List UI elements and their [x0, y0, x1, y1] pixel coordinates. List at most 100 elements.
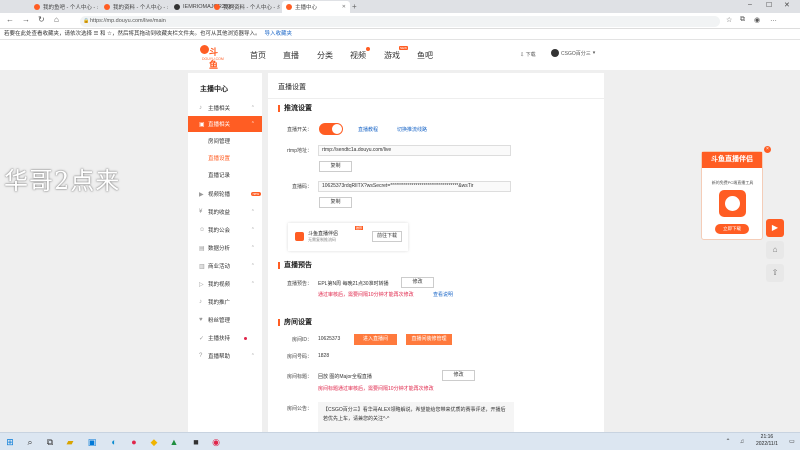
url-field[interactable]: 🔒 https://mp.douyu.com/live/main [80, 16, 720, 27]
bookmarks-bar: 若要在此处查看收藏夹，请依次选择 ☰ 和 ☆，然后将其拖动到收藏夹栏文件夹。也可… [0, 29, 800, 40]
sidebar-item-help[interactable]: ? 直播帮助 ⌃ [188, 348, 262, 364]
favorite-star-icon[interactable]: ☆ [726, 16, 732, 24]
companion-download-button[interactable]: 前往下载 [372, 231, 402, 242]
group-icon: ☺ [199, 227, 206, 233]
enter-room-button[interactable]: 进入直播间 [354, 334, 397, 345]
home-float-icon[interactable]: ⌂ [766, 241, 784, 259]
sidebar-item-earnings[interactable]: ¥ 我的收益 ⌃ [188, 204, 262, 220]
tab-favicon-icon [104, 4, 110, 10]
new-tab-icon[interactable]: + [352, 2, 357, 11]
tab-close-icon[interactable]: ✕ [342, 4, 346, 10]
sidebar-item-anchor[interactable]: ♪ 主播相关 ⌃ [188, 100, 262, 116]
briefcase-icon: ▥ [199, 263, 205, 270]
download-link[interactable]: ⇩ 下载 [520, 51, 536, 58]
preview-warning: 通过审核后，需要间隔10分钟才能再次修改 [318, 292, 414, 298]
profile-icon[interactable]: ◉ [754, 16, 760, 24]
edge-browser-icon[interactable]: ◐ [108, 436, 120, 448]
toggle-knob [332, 124, 342, 134]
app-douyu-icon[interactable]: ◉ [210, 436, 222, 448]
sidebar-sub-room-manage[interactable]: 房间管理 [188, 134, 262, 150]
app-green-icon[interactable]: ▲ [168, 436, 180, 448]
windows-start-icon[interactable]: ⊞ [4, 436, 16, 448]
live-toggle[interactable] [319, 123, 343, 135]
tray-volume-icon[interactable]: ♫ [736, 436, 748, 448]
bulletin-label: 房间公告： [286, 406, 312, 412]
divider [268, 98, 604, 99]
home-icon[interactable]: ⌂ [54, 15, 59, 24]
minimize-icon[interactable]: – [748, 1, 752, 8]
forward-icon[interactable]: → [22, 15, 30, 24]
stream-code-field[interactable]: 10625373rdqRlITX?wsSecret=**************… [318, 181, 511, 192]
import-favorites-link[interactable]: 导入收藏夹 [264, 31, 292, 37]
room-decor-button[interactable]: 直播间装修管理 [406, 334, 452, 345]
refresh-icon[interactable]: ↻ [38, 15, 45, 24]
left-sidebar: 主播中心 ♪ 主播相关 ⌃ ▣ 直播相关 ⌃ 房间管理 直播设置 直播记录 ▶ 视频轮播 n… [188, 73, 262, 450]
logo-mark-icon [200, 45, 209, 54]
ad-description: 新的免费PC端直播工具 [711, 180, 754, 185]
store-icon[interactable]: ▣ [86, 436, 98, 448]
sidebar-item-support[interactable]: ✓ 主播扶持 [188, 330, 262, 346]
copy-rtmp-button[interactable]: 复制 [319, 161, 352, 172]
nav-games[interactable]: 游戏 NEW [384, 46, 408, 61]
sidebar-item-video-loop[interactable]: ▶ 视频轮播 new [188, 186, 262, 202]
nav-fishbar[interactable]: 鱼吧 [417, 50, 433, 61]
browser-tab[interactable]: 我的资料 - 个人中心 - 斗鱼✕ [210, 1, 280, 13]
task-view-icon[interactable]: ⧉ [44, 436, 56, 448]
back-to-top-icon[interactable]: ⇧ [766, 264, 784, 282]
copy-code-button[interactable]: 复制 [319, 197, 352, 208]
file-explorer-icon[interactable]: ▰ [64, 436, 76, 448]
sidebar-sub-live-settings[interactable]: 直播设置 [188, 151, 262, 167]
taskbar-clock[interactable]: 21:16 2022/11/1 [756, 434, 778, 448]
stream-code-label: 直播码： [291, 184, 312, 190]
browser-tab-bar: 我的鱼吧 - 个人中心 - 斗鱼✕ 我的资料 - 个人中心 - 斗鱼✕ IEMR… [0, 0, 800, 13]
address-toolbar: ← → ↻ ⌂ 🔒 https://mp.douyu.com/live/main … [0, 13, 800, 29]
tutorial-link[interactable]: 直播教程 [358, 126, 378, 133]
close-window-icon[interactable]: ✕ [784, 1, 790, 9]
tab-favicon-icon [214, 4, 220, 10]
browser-tab[interactable]: 我的资料 - 个人中心 - 斗鱼✕ [100, 1, 168, 13]
chevron-icon: ⌃ [250, 121, 255, 127]
collections-icon[interactable]: ⧉ [740, 16, 745, 24]
room-num-label: 房间号码： [286, 354, 312, 360]
browser-tab[interactable]: 我的鱼吧 - 个人中心 - 斗鱼✕ [30, 1, 98, 13]
back-icon[interactable]: ← [6, 15, 14, 24]
search-icon[interactable]: ⌕ [24, 436, 36, 448]
live-float-icon[interactable]: ▶ [766, 219, 784, 237]
main-content: 直播设置 推流设置 直播开关： 直播教程 切换推流线路 rtmp地址： rtmp… [268, 73, 604, 450]
douyu-logo[interactable]: 斗鱼 DOUYU.COM [200, 45, 226, 70]
room-id-label: 房间ID： [291, 337, 312, 343]
edit-title-button[interactable]: 修改 [442, 370, 475, 381]
fan-icon: ♥ [199, 317, 203, 323]
tray-network-icon[interactable]: ⌃ [722, 436, 734, 448]
switch-label: 直播开关： [286, 127, 312, 133]
preview-help-link[interactable]: 查看说明 [433, 291, 453, 298]
sidebar-item-promotion[interactable]: ♪ 我的推广 [188, 294, 262, 310]
app-red-icon[interactable]: ● [128, 436, 140, 448]
sidebar-item-my-videos[interactable]: ▷ 我的视频 ⌃ [188, 276, 262, 292]
edit-preview-button[interactable]: 修改 [401, 277, 434, 288]
sidebar-item-analytics[interactable]: ▤ 数据分析 ⌃ [188, 240, 262, 256]
user-menu[interactable]: CSGO百分三 ▾ [551, 49, 595, 57]
switch-line-link[interactable]: 切换推流线路 [397, 126, 427, 133]
app-dark-icon[interactable]: ■ [190, 436, 202, 448]
browser-tab-active[interactable]: 主播中心 ✕ [282, 1, 350, 13]
rtmp-address-field[interactable]: rtmp://sendtc1a.douyu.com/live [318, 145, 511, 156]
nav-video[interactable]: 视频 [350, 47, 370, 61]
sidebar-item-live[interactable]: ▣ 直播相关 ⌃ [188, 116, 262, 132]
ad-close-icon[interactable]: × [764, 146, 771, 153]
room-title-label: 房间标题： [286, 374, 312, 380]
settings-menu-icon[interactable]: … [770, 16, 777, 23]
tab-favicon-icon [174, 4, 180, 10]
sidebar-sub-live-records[interactable]: 直播记录 [188, 168, 262, 184]
sidebar-item-business[interactable]: ▥ 商业活动 ⌃ [188, 258, 262, 274]
ad-download-button[interactable]: 立即下载 [715, 224, 749, 234]
app-yellow-icon[interactable]: ◆ [148, 436, 160, 448]
nav-live[interactable]: 直播 [283, 50, 299, 61]
maximize-icon[interactable]: ☐ [766, 1, 772, 9]
notification-icon[interactable]: ▭ [786, 436, 798, 448]
nav-home[interactable]: 首页 [250, 50, 266, 61]
windows-taskbar: ⊞ ⌕ ⧉ ▰ ▣ ◐ ● ◆ ▲ ■ ◉ ⌃ ♫ 21:16 2022/11/… [0, 432, 800, 450]
sidebar-item-guild[interactable]: ☺ 我的公会 ⌃ [188, 222, 262, 238]
nav-category[interactable]: 分类 [317, 50, 333, 61]
sidebar-item-fans[interactable]: ♥ 粉丝管理 [188, 312, 262, 328]
